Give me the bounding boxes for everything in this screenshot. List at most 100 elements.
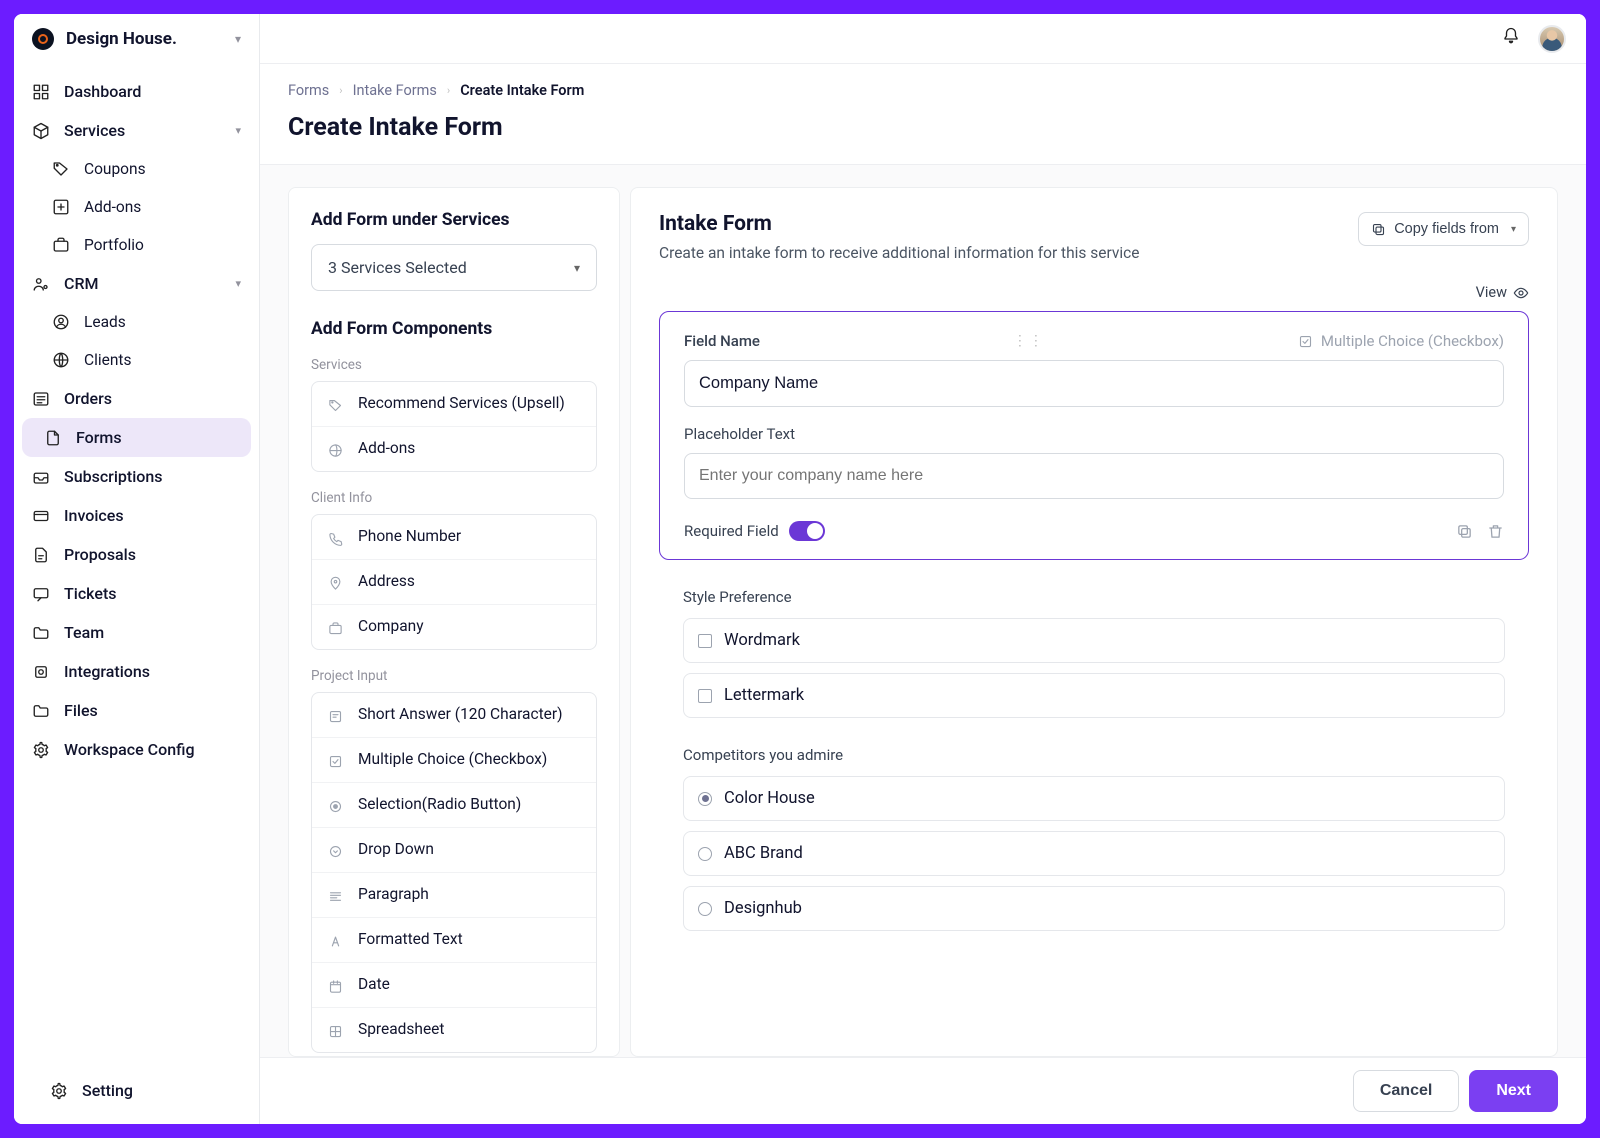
required-toggle[interactable] (789, 521, 825, 541)
paragraph-icon (326, 887, 344, 905)
sidebar-label: Forms (76, 428, 122, 447)
component-formatted-text[interactable]: Formatted Text (312, 917, 596, 962)
box-icon (32, 122, 50, 140)
bell-icon[interactable] (1502, 27, 1520, 50)
sidebar-item-workspace-config[interactable]: Workspace Config (14, 730, 259, 769)
option-label: Wordmark (724, 631, 800, 650)
component-spreadsheet[interactable]: Spreadsheet (312, 1007, 596, 1052)
message-icon (32, 585, 50, 603)
sidebar-item-crm[interactable]: CRM ▾ (14, 264, 259, 303)
copy-icon[interactable] (1456, 523, 1473, 540)
component-label: Paragraph (358, 885, 429, 903)
component-label: Spreadsheet (358, 1020, 444, 1038)
option-label: Lettermark (724, 686, 804, 705)
component-paragraph[interactable]: Paragraph (312, 872, 596, 917)
dashboard-icon (32, 83, 50, 101)
sidebar-item-integrations[interactable]: Integrations (14, 652, 259, 691)
radio-option[interactable]: ABC Brand (683, 831, 1505, 876)
radio-icon (698, 792, 712, 806)
checkbox-icon (698, 634, 712, 648)
plug-icon (32, 663, 50, 681)
field-label: Placeholder Text (684, 425, 1504, 443)
sidebar-item-leads[interactable]: Leads (14, 303, 259, 341)
brand-logo (32, 28, 54, 50)
cancel-button[interactable]: Cancel (1353, 1070, 1459, 1112)
checkbox-option[interactable]: Lettermark (683, 673, 1505, 718)
sidebar-item-subscriptions[interactable]: Subscriptions (14, 457, 259, 496)
option-label: Color House (724, 789, 815, 808)
component-addons[interactable]: Add-ons (312, 426, 596, 471)
sidebar-item-proposals[interactable]: Proposals (14, 535, 259, 574)
sidebar-item-invoices[interactable]: Invoices (14, 496, 259, 535)
field-type-selector[interactable]: Multiple Choice (Checkbox) (1298, 332, 1504, 350)
radio-icon (698, 902, 712, 916)
component-short-answer[interactable]: Short Answer (120 Character) (312, 693, 596, 737)
chevron-right-icon: › (447, 84, 450, 97)
sidebar-item-orders[interactable]: Orders (14, 379, 259, 418)
trash-icon[interactable] (1487, 523, 1504, 540)
field-editor-card: Field Name ⋮⋮ Multiple Choice (Checkbox)… (659, 311, 1529, 560)
workspace-switcher[interactable]: Design House. ▾ (14, 14, 259, 64)
view-link[interactable]: View (1476, 284, 1507, 301)
sidebar-label: Workspace Config (64, 740, 195, 759)
option-label: Designhub (724, 899, 802, 918)
checkbox-icon (698, 689, 712, 703)
component-label: Recommend Services (Upsell) (358, 394, 565, 412)
component-address[interactable]: Address (312, 559, 596, 604)
sidebar-item-clients[interactable]: Clients (14, 341, 259, 379)
sidebar-item-tickets[interactable]: Tickets (14, 574, 259, 613)
component-label: Formatted Text (358, 930, 463, 948)
select-value: 3 Services Selected (328, 258, 467, 277)
card-icon (32, 507, 50, 525)
component-company[interactable]: Company (312, 604, 596, 649)
sidebar-item-services[interactable]: Services ▾ (14, 111, 259, 150)
text-icon (326, 707, 344, 725)
sidebar-label: Coupons (84, 160, 146, 178)
sidebar-label: Add-ons (84, 198, 141, 216)
copy-fields-button[interactable]: Copy fields from ▾ (1358, 212, 1529, 246)
component-phone[interactable]: Phone Number (312, 515, 596, 559)
drag-handle-icon[interactable]: ⋮⋮ (1013, 333, 1045, 349)
sidebar-item-dashboard[interactable]: Dashboard (14, 72, 259, 111)
next-button[interactable]: Next (1469, 1070, 1558, 1112)
avatar[interactable] (1538, 25, 1566, 53)
radio-option[interactable]: Color House (683, 776, 1505, 821)
sidebar-label: CRM (64, 274, 99, 293)
sidebar-label: Invoices (64, 506, 124, 525)
component-date[interactable]: Date (312, 962, 596, 1007)
component-label: Date (358, 975, 390, 993)
sidebar-item-team[interactable]: Team (14, 613, 259, 652)
sidebar-item-addons[interactable]: Add-ons (14, 188, 259, 226)
inbox-icon (32, 468, 50, 486)
component-dropdown[interactable]: Drop Down (312, 827, 596, 872)
services-select[interactable]: 3 Services Selected ▾ (311, 244, 597, 291)
placeholder-input[interactable] (684, 453, 1504, 499)
component-multiple-choice[interactable]: Multiple Choice (Checkbox) (312, 737, 596, 782)
checkbox-option[interactable]: Wordmark (683, 618, 1505, 663)
sidebar-item-coupons[interactable]: Coupons (14, 150, 259, 188)
sidebar-item-files[interactable]: Files (14, 691, 259, 730)
component-recommend-services[interactable]: Recommend Services (Upsell) (312, 382, 596, 426)
field-name-input[interactable] (684, 360, 1504, 407)
file-icon (44, 429, 62, 447)
user-circle-icon (52, 313, 70, 331)
group-label: Services (311, 357, 597, 373)
chevron-down-icon: ▾ (235, 277, 241, 290)
chevron-down-icon: ▾ (574, 261, 580, 275)
page-title: Create Intake Form (288, 113, 1558, 142)
radio-icon (698, 847, 712, 861)
folder-icon (32, 702, 50, 720)
sidebar-label: Team (64, 623, 104, 642)
breadcrumb-link[interactable]: Intake Forms (353, 82, 437, 99)
sidebar-item-setting[interactable]: Setting (32, 1071, 241, 1110)
checkbox-icon (326, 752, 344, 770)
component-label: Company (358, 617, 424, 635)
sidebar-label: Dashboard (64, 82, 141, 101)
tag-icon (326, 396, 344, 414)
sidebar-item-portfolio[interactable]: Portfolio (14, 226, 259, 264)
component-radio[interactable]: Selection(Radio Button) (312, 782, 596, 827)
radio-option[interactable]: Designhub (683, 886, 1505, 931)
gear-icon (32, 741, 50, 759)
breadcrumb-link[interactable]: Forms (288, 82, 329, 99)
sidebar-item-forms[interactable]: Forms (22, 418, 251, 457)
